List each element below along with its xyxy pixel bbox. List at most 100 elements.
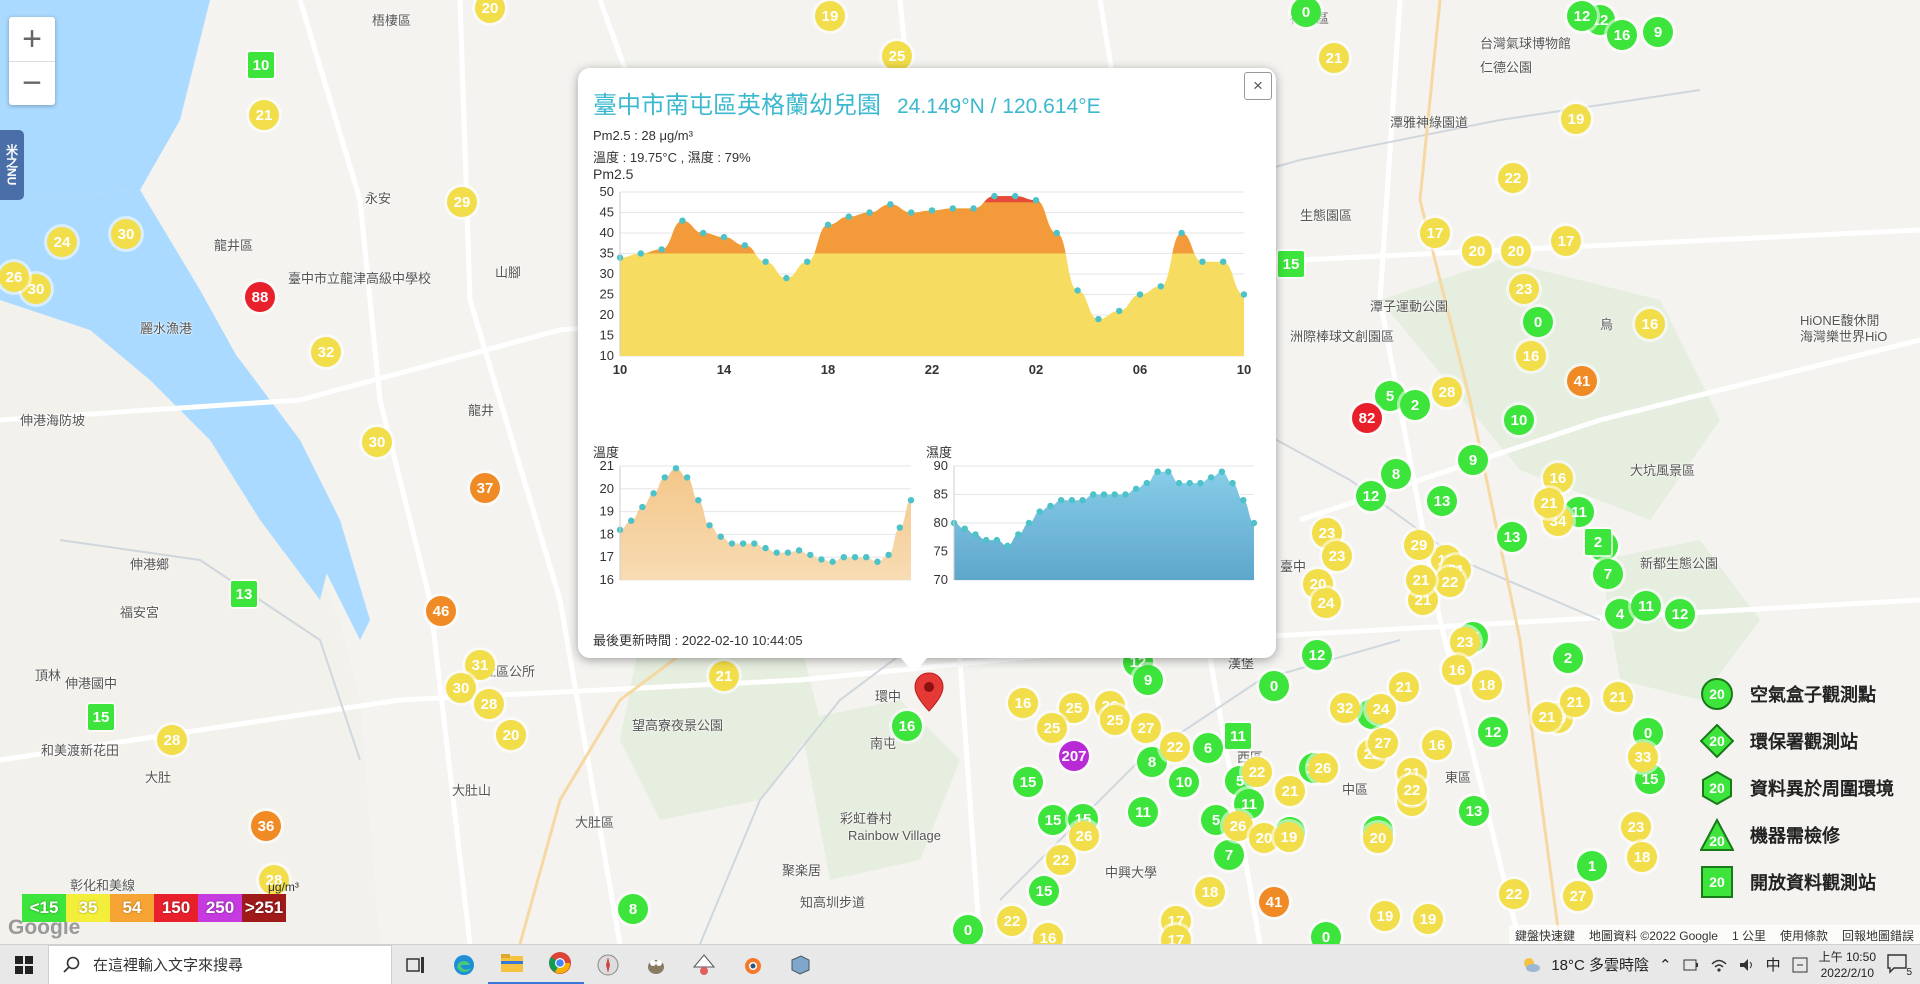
sensor-marker-green[interactable]: 15 xyxy=(1278,251,1304,277)
sensor-marker-yellow[interactable]: 20 xyxy=(1363,823,1393,853)
sensor-marker-yellow[interactable]: 21 xyxy=(1319,43,1349,73)
sensor-marker-yellow[interactable]: 27 xyxy=(1563,881,1593,911)
sensor-marker-yellow[interactable]: 17 xyxy=(1420,218,1450,248)
input-method-icon[interactable] xyxy=(1791,956,1809,974)
sensor-marker-green[interactable]: 10 xyxy=(248,52,274,78)
sensor-marker-yellow[interactable]: 21 xyxy=(1406,565,1436,595)
sensor-marker-green[interactable]: 13 xyxy=(231,581,257,607)
sensor-marker-yellow[interactable]: 22 xyxy=(1242,757,1272,787)
sensor-marker-yellow[interactable]: 19 xyxy=(815,1,845,31)
sensor-marker-yellow[interactable]: 21 xyxy=(1560,687,1590,717)
network-icon[interactable] xyxy=(1710,956,1728,974)
sensor-marker-yellow[interactable]: 16 xyxy=(1422,730,1452,760)
sensor-marker-yellow[interactable]: 32 xyxy=(1330,693,1360,723)
sensor-marker-red[interactable]: 82 xyxy=(1352,403,1382,433)
sensor-marker-yellow[interactable]: 22 xyxy=(1046,845,1076,875)
sensor-marker-yellow[interactable]: 21 xyxy=(1532,702,1562,732)
sensor-marker-green[interactable]: 0 xyxy=(1259,671,1289,701)
attribution-link[interactable]: 1 公里 xyxy=(1732,927,1766,943)
attribution-link[interactable]: 使用條款 xyxy=(1780,927,1828,943)
weather-text[interactable]: 18°C 多雲時陰 xyxy=(1551,954,1649,975)
sensor-marker-green[interactable]: 6 xyxy=(1193,733,1223,763)
sensor-marker-green[interactable]: 13 xyxy=(1459,796,1489,826)
sensor-marker-yellow[interactable]: 22 xyxy=(997,906,1027,936)
sensor-marker-red[interactable]: 88 xyxy=(245,282,275,312)
location-pin-icon[interactable] xyxy=(914,672,944,712)
sensor-marker-green[interactable]: 15 xyxy=(1013,767,1043,797)
sensor-marker-green[interactable]: 10 xyxy=(1169,767,1199,797)
sensor-marker-green[interactable]: 11 xyxy=(1225,723,1251,749)
sensor-marker-yellow[interactable]: 19 xyxy=(1274,822,1304,852)
sensor-marker-yellow[interactable]: 19 xyxy=(1561,104,1591,134)
sensor-marker-yellow[interactable]: 18 xyxy=(1195,877,1225,907)
zoom-out-button[interactable]: − xyxy=(9,61,55,105)
sensor-marker-yellow[interactable]: 22 xyxy=(1499,879,1529,909)
sensor-marker-orange[interactable]: 46 xyxy=(426,596,456,626)
sensor-marker-green[interactable]: 15 xyxy=(1029,876,1059,906)
ime-indicator[interactable]: 中 xyxy=(1766,954,1781,975)
sensor-marker-yellow[interactable]: 27 xyxy=(1368,728,1398,758)
attribution-link[interactable]: 回報地圖錯誤 xyxy=(1842,927,1914,943)
sensor-marker-yellow[interactable]: 20 xyxy=(1462,236,1492,266)
sensor-marker-green[interactable]: 1 xyxy=(1577,851,1607,881)
sensor-marker-green[interactable]: 12 xyxy=(1567,1,1597,31)
sensor-marker-yellow[interactable]: 21 xyxy=(1275,776,1305,806)
sensor-marker-yellow[interactable]: 23 xyxy=(1322,541,1352,571)
sensor-marker-yellow[interactable]: 19 xyxy=(1413,904,1443,934)
sensor-marker-yellow[interactable]: 25 xyxy=(1100,705,1130,735)
sensor-marker-yellow[interactable]: 30 xyxy=(446,673,476,703)
sensor-marker-green[interactable]: 13 xyxy=(1427,486,1457,516)
sensor-marker-orange[interactable]: 41 xyxy=(1567,366,1597,396)
taskbar-edge[interactable] xyxy=(440,945,488,984)
sensor-marker-green[interactable]: 12 xyxy=(1478,717,1508,747)
sensor-marker-yellow[interactable]: 16 xyxy=(1442,655,1472,685)
sensor-marker-yellow[interactable]: 28 xyxy=(474,689,504,719)
sensor-marker-purple[interactable]: 207 xyxy=(1059,741,1089,771)
sensor-marker-yellow[interactable]: 30 xyxy=(111,219,141,249)
sensor-marker-yellow[interactable]: 16 xyxy=(1635,309,1665,339)
sensor-marker-yellow[interactable]: 22 xyxy=(1435,567,1465,597)
sensor-marker-yellow[interactable]: 20 xyxy=(1501,236,1531,266)
sensor-marker-green[interactable]: 12 xyxy=(1356,481,1386,511)
sensor-marker-yellow[interactable]: 32 xyxy=(311,337,341,367)
sensor-marker-yellow[interactable]: 19 xyxy=(1370,901,1400,931)
zoom-in-button[interactable]: + xyxy=(9,17,55,61)
sensor-marker-yellow[interactable]: 21 xyxy=(709,661,739,691)
sensor-marker-green[interactable]: 8 xyxy=(1381,459,1411,489)
sensor-marker-yellow[interactable]: 23 xyxy=(1621,812,1651,842)
sensor-marker-green[interactable]: 16 xyxy=(892,711,922,741)
sensor-marker-yellow[interactable]: 18 xyxy=(1472,670,1502,700)
sensor-marker-green[interactable]: 0 xyxy=(1311,922,1341,944)
sensor-marker-green[interactable]: 0 xyxy=(1523,307,1553,337)
sensor-marker-green[interactable]: 12 xyxy=(1302,640,1332,670)
sensor-marker-yellow[interactable]: 16 xyxy=(1516,341,1546,371)
sensor-marker-yellow[interactable]: 16 xyxy=(1008,688,1038,718)
sensor-marker-yellow[interactable]: 21 xyxy=(1603,682,1633,712)
sensor-marker-yellow[interactable]: 30 xyxy=(362,427,392,457)
sensor-marker-green[interactable]: 2 xyxy=(1400,390,1430,420)
sensor-marker-yellow[interactable]: 22 xyxy=(1498,163,1528,193)
sensor-marker-yellow[interactable]: 28 xyxy=(157,725,187,755)
system-clock[interactable]: 上午 10:50 2022/2/10 xyxy=(1819,949,1876,981)
sensor-marker-green[interactable]: 9 xyxy=(1458,445,1488,475)
attribution-link[interactable]: 鍵盤快速鍵 xyxy=(1515,927,1575,943)
taskbar-app-cube[interactable] xyxy=(776,945,824,984)
sensor-marker-green[interactable]: 9 xyxy=(1133,665,1163,695)
side-panel-tab[interactable]: 米之NU xyxy=(0,130,24,200)
sensor-marker-orange[interactable]: 37 xyxy=(470,473,500,503)
sensor-marker-yellow[interactable]: 24 xyxy=(47,227,77,257)
sensor-marker-green[interactable]: 12 xyxy=(1665,599,1695,629)
sensor-marker-green[interactable]: 15 xyxy=(88,704,114,730)
sensor-marker-green[interactable]: 7 xyxy=(1214,840,1244,870)
sensor-marker-yellow[interactable]: 26 xyxy=(1308,753,1338,783)
sensor-marker-yellow[interactable]: 17 xyxy=(1551,226,1581,256)
sensor-marker-yellow[interactable]: 25 xyxy=(882,41,912,71)
volume-icon[interactable] xyxy=(1738,956,1756,974)
taskbar-app-blender[interactable] xyxy=(728,945,776,984)
sensor-marker-yellow[interactable]: 21 xyxy=(249,100,279,130)
taskbar-app-gimp[interactable] xyxy=(632,945,680,984)
taskbar-file-explorer[interactable] xyxy=(488,945,536,984)
sensor-marker-yellow[interactable]: 26 xyxy=(1069,821,1099,851)
notification-center-button[interactable]: 5 xyxy=(1886,952,1912,978)
chevron-up-icon[interactable]: ⌃ xyxy=(1659,956,1672,974)
